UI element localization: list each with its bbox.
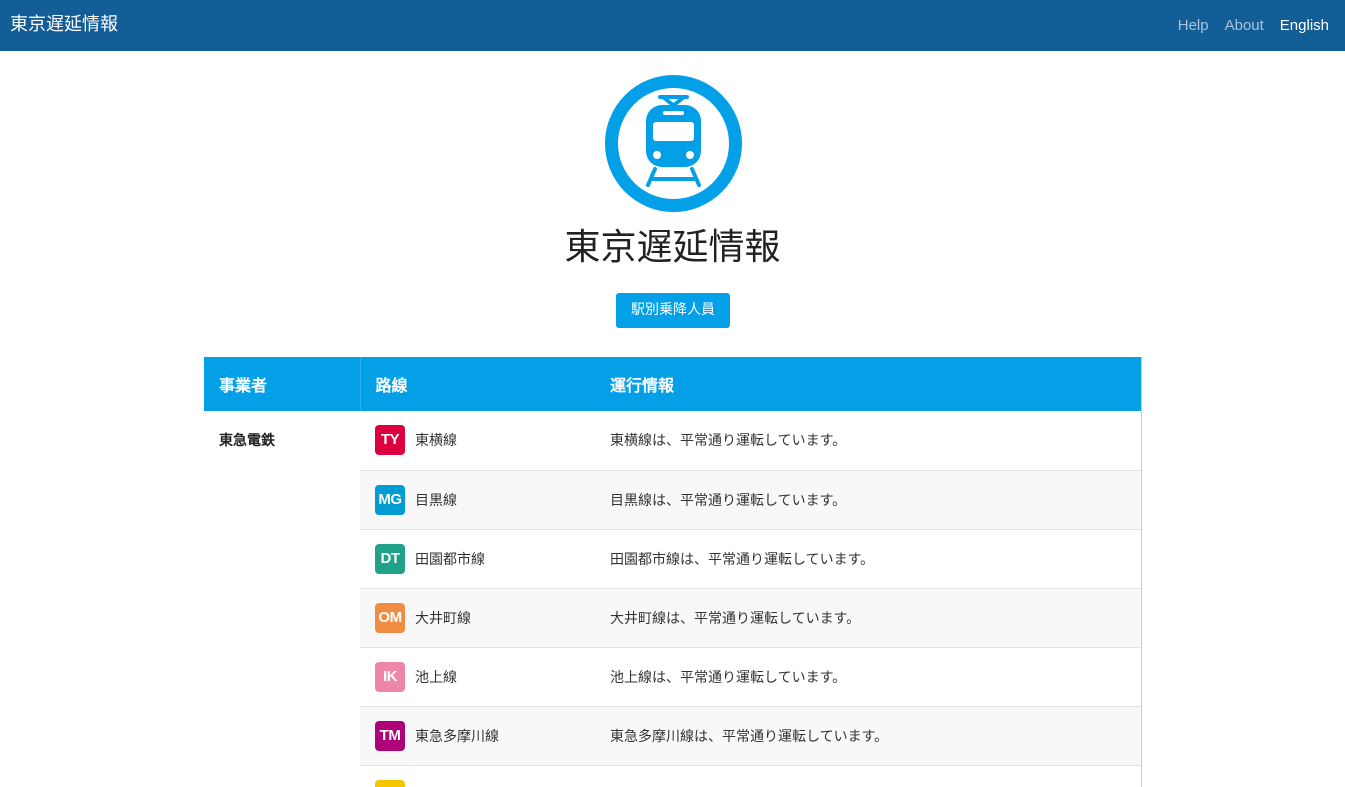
- status-text: 田園都市線は、平常通り運転しています。: [595, 528, 1141, 588]
- header-operator: 事業者: [204, 357, 361, 411]
- line-name: 池上線: [415, 669, 457, 686]
- table-header-row: 事業者 路線 運行情報: [204, 357, 1141, 411]
- ridership-button[interactable]: 駅別乗降人員: [616, 293, 730, 328]
- line-link-tm[interactable]: TM 東急多摩川線: [375, 720, 595, 751]
- header-line: 路線: [360, 357, 595, 411]
- nav-english-link[interactable]: English: [1280, 16, 1329, 36]
- status-text: 大井町線は、平常通り運転しています。: [595, 587, 1141, 647]
- header-status: 運行情報: [595, 357, 1141, 411]
- line-badge-icon: IK: [375, 661, 405, 692]
- nav-about-link[interactable]: About: [1225, 16, 1264, 36]
- line-name: 東横線: [415, 433, 457, 450]
- line-link-ik[interactable]: IK 池上線: [375, 661, 595, 692]
- line-link-mg[interactable]: MG 目黒線: [375, 484, 595, 515]
- status-text: 目黒線は、平常通り運転しています。: [595, 469, 1141, 529]
- status-text: 池上線は、平常通り運転しています。: [595, 646, 1141, 706]
- line-link-ty[interactable]: TY 東横線: [375, 425, 595, 456]
- line-name: 東急多摩川線: [415, 728, 499, 745]
- site-title: 東京遅延情報: [564, 227, 781, 268]
- line-link-om[interactable]: OM 大井町線: [375, 602, 595, 633]
- line-badge-icon: TY: [375, 425, 405, 456]
- line-name: 目黒線: [415, 492, 457, 509]
- status-table: 事業者 路線 運行情報 東急電鉄 TY 東横線 東横線は、平常通り運転しています…: [204, 357, 1142, 787]
- line-badge-icon: TM: [375, 720, 405, 751]
- table-row: 東急電鉄 TY 東横線 東横線は、平常通り運転しています。: [204, 411, 1141, 787]
- status-text: 東横線は、平常通り運転しています。: [610, 433, 847, 450]
- status-text: 東急多摩川線は、平常通り運転しています。: [595, 705, 1141, 765]
- line-badge-icon: DT: [375, 543, 405, 574]
- nav-links: Help About English: [1178, 16, 1329, 36]
- line-badge-icon: OM: [375, 602, 405, 633]
- operator-name: 東急電鉄: [204, 411, 360, 787]
- line-name: 田園都市線: [415, 551, 485, 568]
- line-badge-icon: MG: [375, 484, 405, 515]
- line-name: 大井町線: [415, 610, 471, 627]
- status-text: [595, 764, 1141, 787]
- nav-help-link[interactable]: Help: [1178, 16, 1209, 36]
- line-link-dt[interactable]: DT 田園都市線: [375, 543, 595, 574]
- navbar: 東京遅延情報 Help About English: [0, 0, 1345, 51]
- line-link-partial[interactable]: [375, 779, 595, 787]
- brand-link[interactable]: 東京遅延情報: [10, 13, 118, 37]
- train-icon: [605, 75, 742, 212]
- line-badge-icon: [375, 779, 405, 787]
